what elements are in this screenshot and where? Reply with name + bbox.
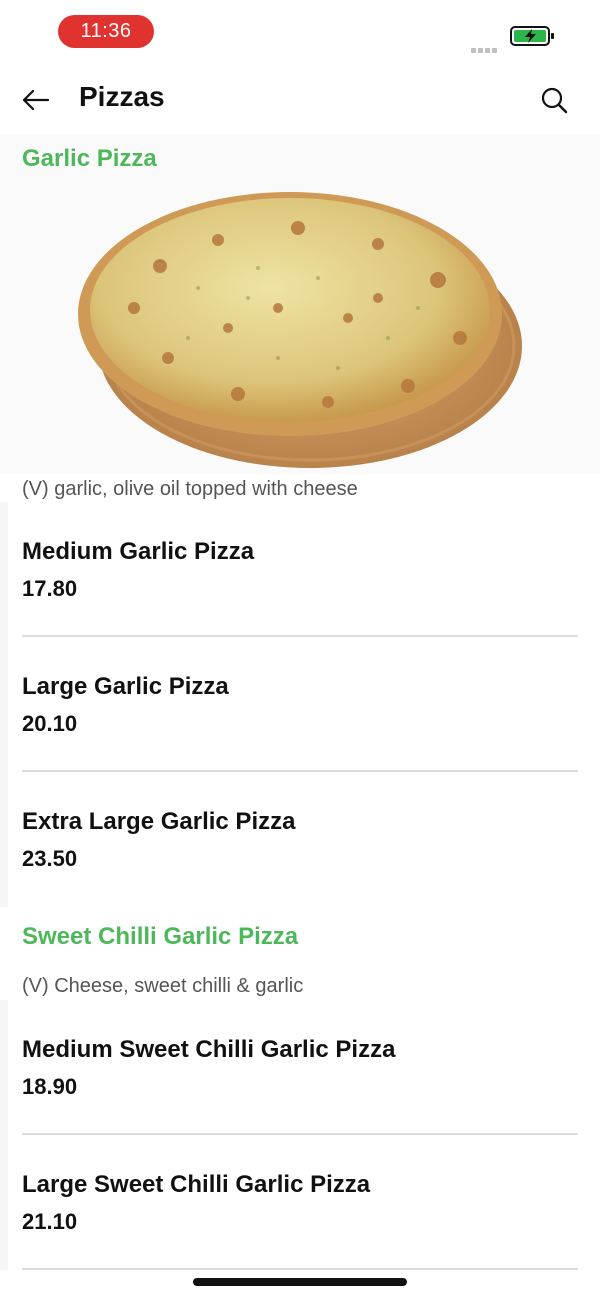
section-title-garlic-pizza: Garlic Pizza [22, 145, 157, 172]
signal-icon [471, 40, 503, 53]
menu-item[interactable]: Medium Sweet Chilli Garlic Pizza 18.90 [0, 1000, 600, 1135]
item-price: 17.80 [22, 576, 78, 601]
item-name: Large Garlic Pizza [22, 673, 229, 700]
page-title: Pizzas [79, 81, 165, 112]
item-name: Medium Sweet Chilli Garlic Pizza [22, 1036, 396, 1063]
item-price: 20.10 [22, 711, 78, 736]
back-button[interactable] [18, 82, 54, 118]
pizza-image [78, 188, 524, 470]
menu-item[interactable]: Large Sweet Chilli Garlic Pizza 21.10 [0, 1135, 600, 1270]
home-indicator[interactable] [193, 1278, 407, 1286]
status-bar: 11:36 [0, 0, 600, 64]
item-price: 21.10 [22, 1209, 78, 1234]
row-divider [22, 1268, 578, 1270]
status-time: 11:36 [58, 15, 154, 48]
item-name: Extra Large Garlic Pizza [22, 808, 296, 835]
section-title-sweet-chilli-garlic-pizza: Sweet Chilli Garlic Pizza [22, 923, 299, 950]
item-name: Medium Garlic Pizza [22, 538, 255, 565]
item-price: 23.50 [22, 846, 78, 871]
row-edge [0, 502, 8, 637]
row-edge [0, 1135, 8, 1270]
search-button[interactable] [538, 84, 570, 116]
back-arrow-icon [22, 89, 50, 111]
row-edge [0, 1000, 8, 1135]
item-price: 18.90 [22, 1074, 78, 1099]
battery-icon [510, 25, 556, 47]
item-name: Large Sweet Chilli Garlic Pizza [22, 1171, 371, 1198]
row-edge [0, 772, 8, 907]
app-header: Pizzas [0, 64, 600, 134]
section-description-garlic-pizza: (V) garlic, olive oil topped with cheese [22, 478, 358, 500]
search-icon [541, 87, 568, 114]
menu-item[interactable]: Medium Garlic Pizza 17.80 [0, 502, 600, 637]
menu-item[interactable]: Extra Large Garlic Pizza 23.50 [0, 772, 600, 907]
section-description-sweet-chilli-garlic-pizza: (V) Cheese, sweet chilli & garlic [22, 975, 304, 997]
menu-item[interactable]: Large Garlic Pizza 20.10 [0, 637, 600, 772]
row-edge [0, 637, 8, 772]
